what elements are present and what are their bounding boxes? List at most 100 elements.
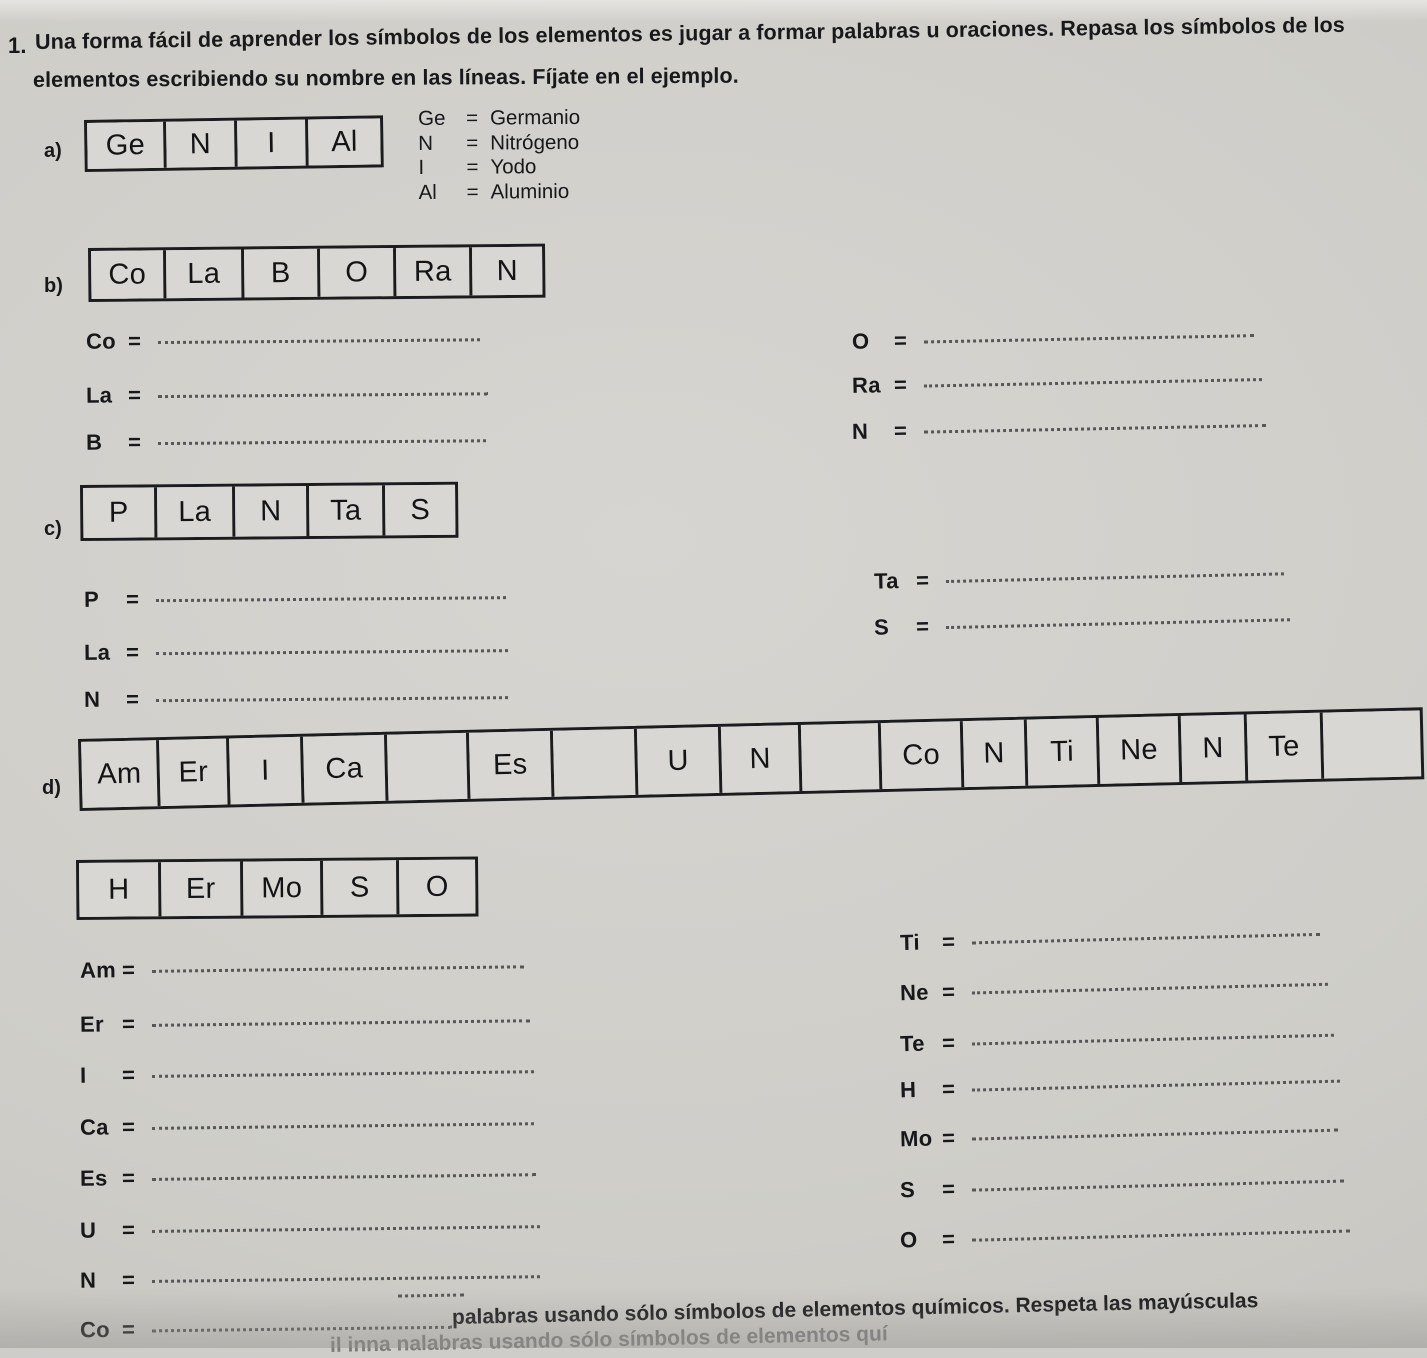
answer-line: N = bbox=[852, 411, 1267, 445]
symbol-cell: Co bbox=[880, 721, 965, 790]
answer-blank-line[interactable] bbox=[945, 608, 1291, 630]
answer-symbol: Ti bbox=[899, 929, 921, 956]
answer-blank-line[interactable] bbox=[151, 1163, 537, 1181]
answer-blank-line[interactable] bbox=[151, 1315, 453, 1333]
answer-equals: = bbox=[121, 1011, 136, 1037]
answer-blank-line[interactable] bbox=[923, 368, 1263, 388]
answer-equals: = bbox=[121, 1165, 136, 1191]
answer-blank-line[interactable] bbox=[157, 429, 487, 446]
answer-line: Co = bbox=[86, 325, 481, 354]
answer-blank-line[interactable] bbox=[945, 562, 1285, 584]
symbol-cell: La bbox=[166, 249, 245, 299]
answer-equals: = bbox=[893, 371, 908, 398]
answer-symbol: Ne bbox=[899, 979, 930, 1006]
answer-symbol: S bbox=[873, 614, 890, 640]
answer-symbol: Mo bbox=[899, 1125, 933, 1152]
answer-equals: = bbox=[121, 1062, 136, 1088]
answer-line: Ca = bbox=[80, 1109, 535, 1141]
answer-line: Ne = bbox=[900, 970, 1329, 1006]
symbol-cell: Ta bbox=[309, 485, 386, 536]
answer-equals: = bbox=[893, 417, 908, 444]
symbol-cell: O bbox=[320, 248, 397, 297]
answer-blank-line[interactable] bbox=[151, 955, 525, 973]
answer-equals: = bbox=[941, 928, 956, 955]
answer-line: B = bbox=[86, 426, 487, 455]
legend-equals: = bbox=[466, 131, 479, 155]
answer-line: O = bbox=[851, 321, 1255, 355]
answer-symbol: I bbox=[79, 1062, 87, 1088]
answer-symbol: Er bbox=[79, 1011, 105, 1037]
answer-line: La = bbox=[83, 636, 509, 666]
answer-blank-line[interactable] bbox=[151, 1112, 535, 1130]
symbol-cell-blank bbox=[1322, 710, 1405, 779]
answer-line: O = bbox=[900, 1217, 1351, 1254]
answer-equals: = bbox=[121, 1217, 136, 1243]
answer-blank-line[interactable] bbox=[971, 1118, 1339, 1141]
symbol-cell: Ge bbox=[87, 121, 167, 169]
answer-blank-line[interactable] bbox=[923, 414, 1267, 434]
symbol-cell: Ca bbox=[303, 734, 389, 803]
bottom-blank-line[interactable] bbox=[397, 1287, 465, 1298]
answer-blank-line[interactable] bbox=[971, 972, 1329, 995]
answer-blank-line[interactable] bbox=[923, 324, 1255, 344]
symbol-cell: Co bbox=[91, 250, 167, 299]
legend-name: Germanio bbox=[489, 105, 581, 130]
answer-symbol: La bbox=[83, 639, 111, 665]
answer-blank-line[interactable] bbox=[151, 1265, 541, 1283]
symbol-strip-a: Ge N I Al bbox=[84, 115, 384, 172]
answer-symbol: O bbox=[851, 328, 870, 354]
legend-symbol: I bbox=[418, 155, 425, 179]
symbol-cell: Ra bbox=[396, 247, 473, 297]
answer-symbol: U bbox=[79, 1217, 97, 1243]
symbol-strip-c: P La N Ta S bbox=[80, 481, 459, 541]
answer-blank-line[interactable] bbox=[971, 1023, 1335, 1046]
answer-line: La = bbox=[86, 379, 489, 409]
question-text-line-1: Una forma fácil de aprender los símbolos… bbox=[34, 12, 1346, 54]
legend-symbol: N bbox=[418, 131, 434, 155]
symbol-strip-d: Am Er I Ca Es U N Co N Ti Ne N Te bbox=[78, 707, 1425, 811]
section-letter-d: d) bbox=[42, 777, 61, 799]
answer-symbol: Te bbox=[899, 1030, 926, 1057]
symbol-cell: N bbox=[235, 486, 310, 537]
answer-line: Ra = bbox=[851, 365, 1263, 399]
answer-line: S = bbox=[900, 1167, 1345, 1204]
answer-line: I = bbox=[79, 1057, 535, 1089]
answer-blank-line[interactable] bbox=[971, 1169, 1345, 1192]
question-number: 1. bbox=[8, 33, 27, 58]
symbol-cell: U bbox=[636, 726, 723, 795]
answer-blank-line[interactable] bbox=[151, 1060, 535, 1078]
answer-blank-line[interactable] bbox=[151, 1215, 541, 1233]
answer-blank-line[interactable] bbox=[971, 1219, 1351, 1242]
answer-symbol: S bbox=[899, 1177, 916, 1203]
answer-equals: = bbox=[127, 429, 141, 455]
answer-symbol: Ra bbox=[851, 372, 881, 398]
answer-blank-line[interactable] bbox=[971, 1069, 1341, 1092]
symbol-cell: Ti bbox=[1026, 717, 1101, 786]
answer-line: N = bbox=[80, 1262, 541, 1294]
symbol-cell: Ne bbox=[1098, 716, 1183, 784]
answer-blank-line[interactable] bbox=[151, 1009, 531, 1027]
answer-line: N = bbox=[83, 683, 509, 713]
answer-equals: = bbox=[941, 978, 956, 1005]
section-letter-b: b) bbox=[44, 275, 63, 297]
answer-equals: = bbox=[941, 1076, 956, 1102]
answer-symbol: N bbox=[83, 686, 101, 712]
answer-blank-line[interactable] bbox=[157, 382, 489, 399]
answer-blank-line[interactable] bbox=[155, 639, 509, 656]
answer-symbol: H bbox=[899, 1076, 917, 1103]
answer-equals: = bbox=[121, 1114, 136, 1140]
answer-blank-line[interactable] bbox=[155, 686, 509, 703]
question-text-line-2: elementos escribiendo su nombre en las l… bbox=[32, 63, 739, 92]
symbol-cell: I bbox=[237, 119, 309, 167]
answer-equals: = bbox=[121, 957, 136, 983]
answer-symbol: Es bbox=[79, 1165, 108, 1191]
answer-line: Am = bbox=[80, 952, 525, 983]
answer-equals: = bbox=[915, 613, 930, 639]
answer-blank-line[interactable] bbox=[155, 586, 507, 603]
legend-symbol: Ge bbox=[417, 106, 446, 130]
answer-blank-line[interactable] bbox=[157, 328, 481, 345]
answer-line: Mo = bbox=[900, 1116, 1339, 1153]
answer-equals: = bbox=[915, 567, 930, 593]
answer-blank-line[interactable] bbox=[971, 922, 1321, 945]
worksheet-page: 1. Una forma fácil de aprender los símbo… bbox=[0, 0, 1427, 1357]
